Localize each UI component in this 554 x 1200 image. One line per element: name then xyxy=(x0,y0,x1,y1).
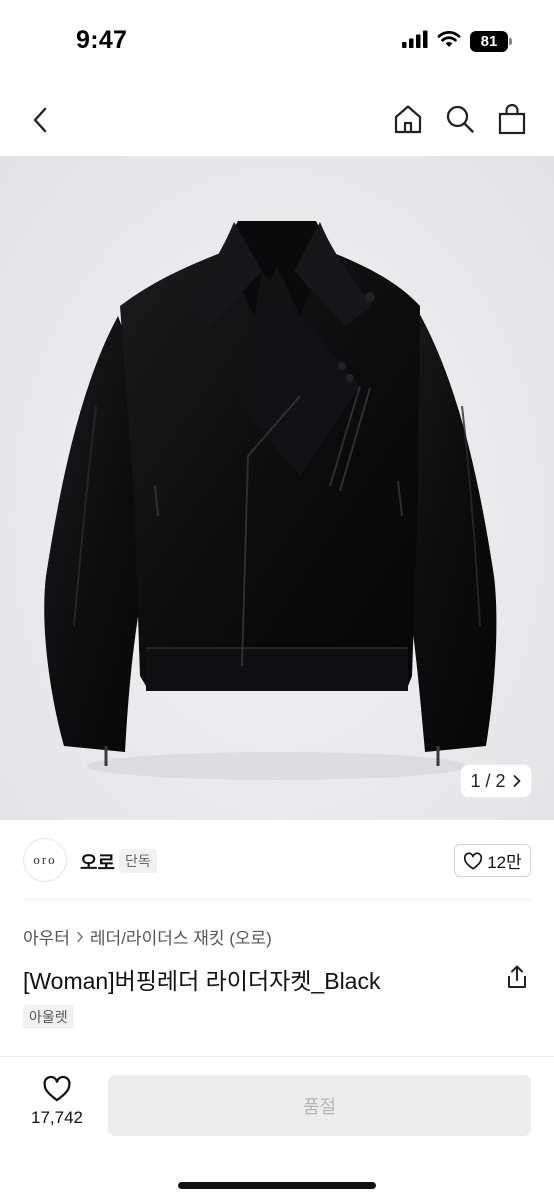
outlet-tag: 아울렛 xyxy=(23,1005,74,1029)
wishlist-button[interactable]: 17,742 xyxy=(24,1075,90,1137)
search-icon xyxy=(446,105,474,133)
breadcrumb-category[interactable]: 아우터 xyxy=(23,924,70,949)
chevron-left-icon xyxy=(33,107,47,133)
breadcrumb: 아우터 레더/라이더스 재킷 (오로) xyxy=(23,924,272,949)
shopping-bag-icon xyxy=(498,103,526,135)
heart-icon xyxy=(43,1075,71,1102)
status-icons: 81 xyxy=(402,30,512,53)
brand-like-button[interactable]: 12만 xyxy=(454,844,531,877)
nav-actions xyxy=(390,100,530,138)
brand-logo[interactable]: oro xyxy=(23,838,67,882)
home-button[interactable] xyxy=(390,100,426,138)
heart-icon xyxy=(464,852,483,870)
brand-row: oro 오로 단독 12만 xyxy=(0,836,554,886)
divider xyxy=(23,899,531,900)
exclusive-badge: 단독 xyxy=(119,849,157,873)
image-counter-text: 1 / 2 xyxy=(470,770,506,791)
home-indicator xyxy=(178,1182,376,1189)
wifi-icon xyxy=(437,30,461,53)
chevron-right-icon xyxy=(513,775,520,787)
search-button[interactable] xyxy=(442,100,478,138)
product-image[interactable] xyxy=(0,156,554,820)
leather-jacket-image xyxy=(44,221,497,780)
wishlist-count: 17,742 xyxy=(31,1108,83,1127)
brand-like-count: 12만 xyxy=(487,853,522,872)
bottom-action-bar: 17,742 품절 xyxy=(0,1056,554,1200)
home-icon xyxy=(394,105,422,134)
image-page-counter[interactable]: 1 / 2 xyxy=(461,765,531,797)
battery-indicator: 81 xyxy=(470,31,512,52)
soldout-button: 품절 xyxy=(108,1075,531,1136)
status-bar: 9:47 81 xyxy=(0,0,554,82)
share-button[interactable] xyxy=(503,962,531,992)
status-time: 9:47 xyxy=(76,26,128,54)
back-button[interactable] xyxy=(22,100,58,140)
breadcrumb-subcategory[interactable]: 레더/라이더스 재킷 (오로) xyxy=(90,924,272,949)
top-nav xyxy=(0,82,554,156)
product-title: [Woman]버핑레더 라이더자켓_Black xyxy=(23,968,381,994)
cart-button[interactable] xyxy=(494,100,530,138)
signal-icon xyxy=(402,30,428,53)
brand-name[interactable]: 오로 xyxy=(80,848,115,875)
chevron-right-icon xyxy=(77,931,83,942)
share-icon xyxy=(508,965,526,988)
